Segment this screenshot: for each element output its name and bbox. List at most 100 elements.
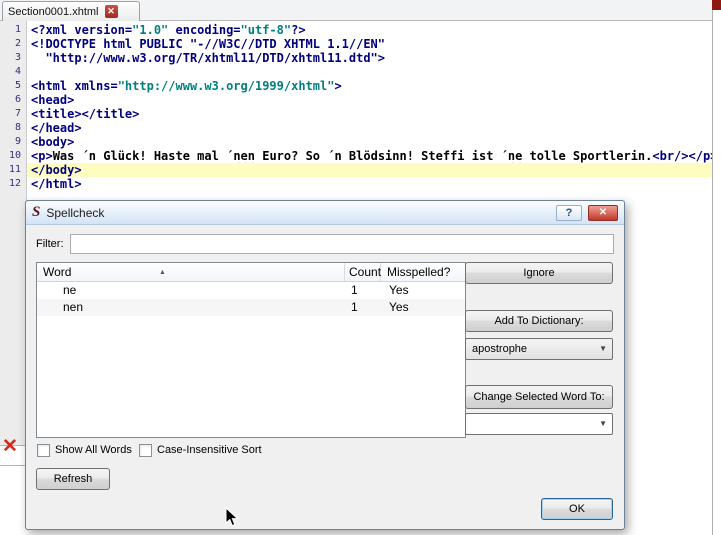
code-token: </body> (31, 163, 82, 177)
code-text[interactable]: "http://www.w3.org/TR/xhtml11/DTD/xhtml1… (27, 51, 712, 65)
word-table-header[interactable]: Word ▲ Count Misspelled? (37, 263, 465, 282)
column-word-label: Word (43, 265, 72, 279)
line-number: 4 (0, 65, 27, 79)
help-icon[interactable]: ? (556, 204, 582, 221)
code-line-4[interactable]: 4 (0, 65, 712, 79)
line-number: 9 (0, 135, 27, 149)
column-count-label: Count (349, 265, 382, 279)
code-token: </html> (31, 177, 82, 191)
tab-section0001[interactable]: Section0001.xhtml ✕ (2, 1, 140, 21)
code-token: "1.0" (132, 23, 169, 37)
code-text[interactable]: <p>Was ´n Glück! Haste mal ´nen Euro? So… (27, 149, 712, 163)
column-header-count[interactable]: Count (345, 263, 381, 281)
line-number: 11 (0, 163, 27, 177)
code-text[interactable]: <?xml version="1.0" encoding="utf-8"?> (27, 23, 712, 37)
line-number: 6 (0, 93, 27, 107)
code-token: > (334, 79, 342, 93)
add-to-dictionary-button[interactable]: Add To Dictionary: (465, 310, 613, 332)
line-number: 12 (0, 177, 27, 191)
word-table[interactable]: Word ▲ Count Misspelled? ne 1 Yes nen 1 Yes (36, 262, 466, 438)
code-line-3[interactable]: 3 "http://www.w3.org/TR/xhtml11/DTD/xhtm… (0, 51, 712, 65)
miss-cell: Yes (389, 283, 409, 297)
column-header-misspelled[interactable]: Misspelled? (381, 263, 465, 281)
chevron-down-icon: ▼ (599, 419, 607, 428)
code-line-8[interactable]: 8 </head> (0, 121, 712, 135)
code-token: <head> (31, 93, 75, 107)
code-token: <p> (31, 149, 53, 163)
code-token: <title></title> (31, 107, 140, 121)
filter-label: Filter: (36, 238, 64, 250)
word-row-nen[interactable]: nen 1 Yes (37, 299, 465, 316)
code-text[interactable]: </body> (27, 163, 712, 177)
code-line-2[interactable]: 2 <!DOCTYPE html PUBLIC "-//W3C//DTD XHTM… (0, 37, 712, 51)
line-number: 7 (0, 107, 27, 121)
code-token: encoding= (168, 23, 241, 37)
code-token: Was ´n Glück! Haste mal ´ (52, 149, 234, 163)
code-line-7[interactable]: 7 <title></title> (0, 107, 712, 121)
dialog-titlebar[interactable]: S Spellcheck ? ✕ (26, 201, 624, 225)
count-cell: 1 (351, 283, 358, 297)
mouse-cursor-icon (225, 506, 239, 533)
code-line-12[interactable]: 12 </html> (0, 177, 712, 191)
spellcheck-dialog: S Spellcheck ? ✕ Filter: Word ▲ Count Mi… (25, 200, 625, 530)
code-line-11[interactable]: 11 </body> (0, 163, 712, 177)
code-token: <!DOCTYPE html PUBLIC "-//W3C//DTD XHTML… (31, 37, 386, 51)
misspelled-word: nen (233, 149, 255, 163)
change-selected-word-button[interactable]: Change Selected Word To: (465, 385, 613, 409)
code-text[interactable]: <title></title> (27, 107, 712, 121)
code-text[interactable]: <!DOCTYPE html PUBLIC "-//W3C//DTD XHTML… (27, 37, 712, 51)
ignore-button[interactable]: Ignore (465, 262, 613, 284)
code-text[interactable]: </head> (27, 121, 712, 135)
dictionary-select[interactable]: apostrophe ▼ (465, 338, 613, 360)
code-text[interactable] (27, 65, 712, 79)
chevron-down-icon: ▼ (599, 344, 607, 353)
ok-button[interactable]: OK (541, 498, 613, 520)
dock-separator-bottom (0, 465, 25, 466)
show-all-words-label: Show All Words (55, 444, 132, 456)
code-line-9[interactable]: 9 <body> (0, 135, 712, 149)
tab-bar: Section0001.xhtml ✕ (0, 0, 712, 21)
tab-title: Section0001.xhtml (8, 5, 99, 18)
code-token: ?> (291, 23, 306, 37)
code-token: "http://www.w3.org/1999/xhtml" (117, 79, 335, 93)
miss-cell: Yes (389, 300, 409, 314)
line-number: 3 (0, 51, 27, 65)
code-token: <html xmlns= (31, 79, 118, 93)
word-cell: nen (63, 300, 84, 314)
word-cell: ne (63, 283, 77, 297)
line-number: 8 (0, 121, 27, 135)
line-number: 2 (0, 37, 27, 51)
code-text[interactable]: <html xmlns="http://www.w3.org/1999/xhtm… (27, 79, 712, 93)
code-token: <body> (31, 135, 75, 149)
code-line-6[interactable]: 6 <head> (0, 93, 712, 107)
dialog-title: Spellcheck (46, 205, 105, 220)
code-line-1[interactable]: 1 <?xml version="1.0" encoding="utf-8"?> (0, 23, 712, 37)
misspelled-word: ne (507, 149, 523, 163)
code-line-10[interactable]: 10 <p>Was ´n Glück! Haste mal ´nen Euro? … (0, 149, 712, 163)
error-x-icon[interactable]: ✕ (2, 436, 18, 458)
line-number: 5 (0, 79, 27, 93)
code-token: "utf-8" (240, 23, 292, 37)
change-word-select[interactable]: ▼ (465, 413, 613, 435)
refresh-button[interactable]: Refresh (36, 468, 110, 490)
code-text[interactable]: <head> (27, 93, 712, 107)
code-token: <?xml version= (31, 23, 133, 37)
filter-input[interactable] (70, 234, 614, 254)
line-number: 1 (0, 23, 27, 37)
code-token: <br/></p> (652, 149, 712, 163)
code-token: </head> (31, 121, 82, 135)
dictionary-select-value: apostrophe (472, 343, 528, 355)
code-text[interactable]: <body> (27, 135, 712, 149)
code-text[interactable]: </html> (27, 177, 712, 191)
case-insensitive-sort-checkbox[interactable] (139, 444, 152, 457)
tab-close-icon[interactable]: ✕ (104, 5, 118, 18)
column-misspelled-label: Misspelled? (387, 265, 451, 279)
show-all-words-checkbox[interactable] (37, 444, 50, 457)
count-cell: 1 (351, 300, 358, 314)
code-token: "http://www.w3.org/TR/xhtml11/DTD/xhtml1… (31, 51, 386, 65)
code-line-5[interactable]: 5 <html xmlns="http://www.w3.org/1999/xht… (0, 79, 712, 93)
column-header-word[interactable]: Word ▲ (37, 263, 345, 281)
corner-marker (712, 0, 721, 10)
word-row-ne[interactable]: ne 1 Yes (37, 282, 465, 299)
close-icon[interactable]: ✕ (588, 204, 618, 221)
